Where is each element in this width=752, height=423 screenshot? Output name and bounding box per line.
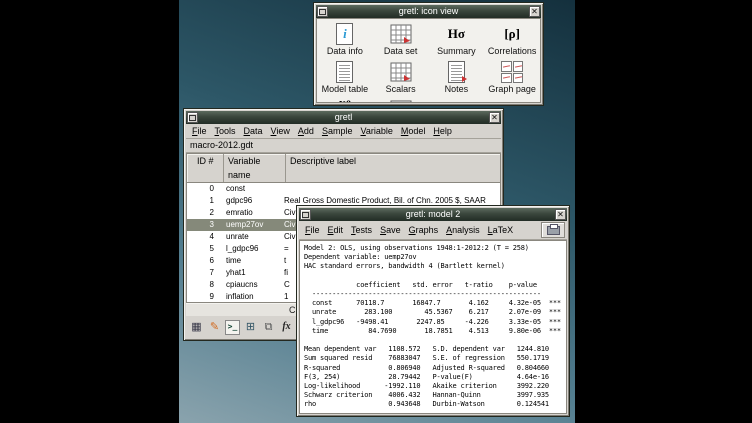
- session-item-graph-page[interactable]: Graph page: [484, 60, 540, 98]
- model-menubar: File Edit Tests Save Graphs Analysis LaT…: [299, 221, 567, 240]
- window-menu-glyph: [189, 115, 196, 121]
- session-iconview-icon[interactable]: ⊞: [243, 320, 258, 335]
- session-item-notes[interactable]: Notes: [429, 60, 485, 98]
- session-item-label: Model table: [322, 84, 369, 94]
- column-header-id[interactable]: ID #: [187, 154, 224, 182]
- session-item-scalars[interactable]: Scalars: [373, 60, 429, 98]
- session-item-label: Scalars: [386, 84, 416, 94]
- session-item-summary[interactable]: Ησ Summary: [429, 22, 485, 60]
- graph-icon: [390, 98, 412, 103]
- session-item-label: Notes: [445, 84, 469, 94]
- main-titlebar[interactable]: gretl ✕: [186, 111, 501, 124]
- icon-view-title: gretl: icon view: [330, 5, 527, 18]
- close-icon[interactable]: ✕: [529, 6, 540, 17]
- window-menu-glyph: [319, 9, 326, 15]
- model-output-text[interactable]: Model 2: OLS, using observations 1948:1-…: [299, 240, 567, 414]
- window-menu-icon[interactable]: [317, 6, 328, 17]
- window-menu-glyph: [302, 212, 309, 218]
- icon-view-window: gretl: icon view ✕ i Data info Data set …: [313, 2, 544, 106]
- menu-variable[interactable]: Variable: [356, 125, 396, 137]
- window-menu-icon[interactable]: [187, 112, 198, 123]
- model-icon: Xβ +ε: [339, 98, 352, 103]
- session-item-graph[interactable]: [373, 98, 429, 103]
- main-menubar: File Tools Data View Add Sample Variable…: [186, 124, 501, 139]
- window-menu-icon[interactable]: [300, 209, 311, 220]
- model-window: gretl: model 2 ✕ File Edit Tests Save Gr…: [296, 205, 570, 417]
- data-set-icon: [390, 22, 412, 46]
- menu-tests[interactable]: Tests: [347, 224, 376, 236]
- column-header-name[interactable]: Variable name: [224, 154, 286, 182]
- menu-help[interactable]: Help: [429, 125, 456, 137]
- session-item-label: Correlations: [488, 46, 537, 56]
- session-item-data-info[interactable]: i Data info: [317, 22, 373, 60]
- menu-file[interactable]: File: [188, 125, 211, 137]
- close-icon[interactable]: ✕: [489, 112, 500, 123]
- pencil-tip: [462, 76, 467, 82]
- menu-sample[interactable]: Sample: [318, 125, 357, 137]
- session-item-label: Data info: [327, 46, 363, 56]
- menu-save[interactable]: Save: [376, 224, 405, 236]
- column-header-label[interactable]: Descriptive label: [286, 154, 500, 182]
- session-item-correlations[interactable]: [ρ] Correlations: [484, 22, 540, 60]
- model-table-icon: [336, 60, 353, 84]
- variable-table-header: ID # Variable name Descriptive label: [186, 153, 501, 183]
- menu-file[interactable]: File: [301, 224, 324, 236]
- summary-icon: Ησ: [448, 22, 465, 46]
- model-window-title: gretl: model 2: [313, 208, 553, 221]
- session-item-label: Summary: [437, 46, 476, 56]
- data-info-icon: i: [336, 22, 353, 46]
- model-titlebar[interactable]: gretl: model 2 ✕: [299, 208, 567, 221]
- console-icon[interactable]: >_: [225, 320, 240, 335]
- window-list-icon[interactable]: ⧉: [261, 320, 276, 335]
- close-icon[interactable]: ✕: [555, 209, 566, 220]
- notes-icon: [448, 60, 465, 84]
- icon-view-titlebar[interactable]: gretl: icon view ✕: [316, 5, 541, 18]
- scalars-icon: [390, 60, 412, 84]
- main-window-title: gretl: [200, 111, 487, 124]
- function-packages-icon[interactable]: fx: [279, 320, 294, 335]
- session-icon-grid: i Data info Data set Ησ Summary [ρ] Corr…: [316, 18, 541, 103]
- menu-data[interactable]: Data: [240, 125, 267, 137]
- menu-tools[interactable]: Tools: [211, 125, 240, 137]
- session-item-model[interactable]: Xβ +ε: [317, 98, 373, 103]
- menu-add[interactable]: Add: [294, 125, 318, 137]
- session-item-label: Data set: [384, 46, 418, 56]
- session-item-model-table[interactable]: Model table: [317, 60, 373, 98]
- menu-edit[interactable]: Edit: [324, 224, 348, 236]
- graph-page-icon: [501, 60, 523, 84]
- table-row[interactable]: 0const: [187, 183, 500, 195]
- menu-latex[interactable]: LaTeX: [484, 224, 518, 236]
- menu-analysis[interactable]: Analysis: [442, 224, 484, 236]
- print-button[interactable]: [541, 222, 565, 238]
- session-item-label: Graph page: [488, 84, 536, 94]
- menu-graphs[interactable]: Graphs: [405, 224, 443, 236]
- correlations-icon: [ρ]: [504, 22, 520, 46]
- calculator-icon[interactable]: ▦: [189, 320, 204, 335]
- dataset-filename: macro-2012.gdt: [186, 139, 501, 153]
- session-item-data-set[interactable]: Data set: [373, 22, 429, 60]
- menu-view[interactable]: View: [267, 125, 294, 137]
- menu-model[interactable]: Model: [397, 125, 430, 137]
- new-script-icon[interactable]: ✎: [207, 320, 222, 335]
- printer-icon: [547, 226, 560, 235]
